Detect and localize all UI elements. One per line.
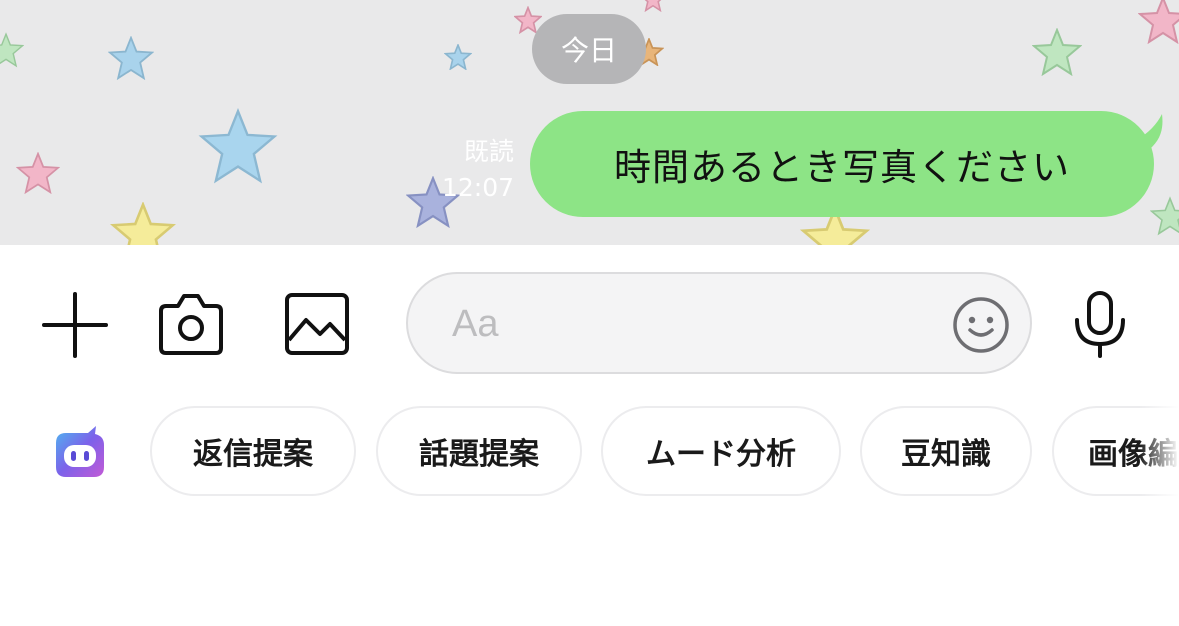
chat-area: 今日 既読 12:07 時間あるとき写真ください: [0, 0, 1179, 245]
star-decoration: [108, 36, 154, 80]
star-decoration: [644, 0, 662, 12]
star-decoration: [110, 202, 176, 245]
chip-reply-suggestion[interactable]: 返信提案: [150, 406, 356, 496]
chip-topic-suggestion[interactable]: 話題提案: [376, 406, 582, 496]
message-time: 12:07: [441, 173, 514, 202]
image-button[interactable]: [284, 292, 350, 356]
star-decoration: [16, 152, 60, 194]
emoji-icon[interactable]: [952, 296, 1010, 354]
read-status: 既読: [463, 137, 514, 166]
camera-button[interactable]: [158, 292, 224, 356]
star-decoration: [1032, 28, 1082, 76]
chip-fade: [1139, 404, 1179, 500]
star-decoration: [198, 108, 278, 184]
plus-icon: [42, 292, 108, 358]
chip-mood-analysis[interactable]: ムード分析: [601, 406, 841, 496]
camera-icon: [159, 294, 223, 355]
suggestion-chips: 返信提案 話題提案 ムード分析 豆知識 画像編: [0, 404, 1179, 500]
message-bubble[interactable]: 時間あるとき写真ください: [530, 111, 1154, 217]
microphone-icon: [1075, 291, 1125, 358]
message-input[interactable]: Aa: [406, 272, 1032, 374]
microphone-button[interactable]: [1070, 290, 1130, 360]
star-decoration: [444, 44, 472, 70]
date-divider: 今日: [532, 14, 646, 84]
image-icon: [285, 293, 349, 355]
message-meta: 既読 12:07: [442, 134, 514, 206]
input-placeholder: Aa: [452, 303, 499, 345]
chip-trivia[interactable]: 豆知識: [860, 406, 1032, 496]
star-decoration: [1150, 196, 1179, 236]
star-decoration: [0, 32, 24, 68]
plus-button[interactable]: [42, 292, 108, 358]
star-decoration: [1138, 0, 1179, 44]
